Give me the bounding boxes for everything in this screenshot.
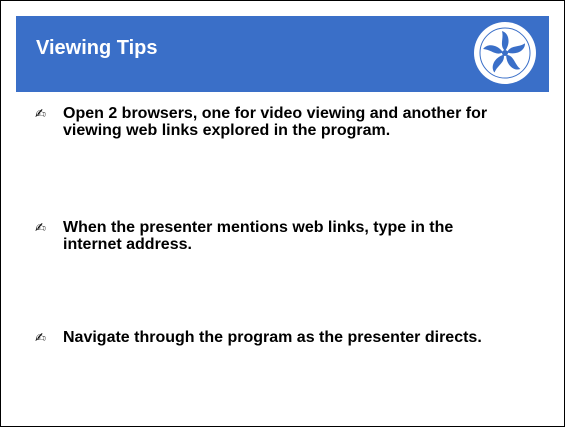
slide-title: Viewing Tips [36, 37, 158, 59]
bullet-text: Navigate through the program as the pres… [63, 329, 482, 346]
slide: Viewing Tips ✍ Open 2 browsers, one for … [0, 0, 565, 427]
writing-hand-icon: ✍ [35, 106, 46, 121]
bullet-text: When the presenter mentions web links, t… [63, 219, 454, 253]
bullet-text: Open 2 browsers, one for video viewing a… [63, 105, 488, 139]
writing-hand-icon: ✍ [35, 330, 46, 345]
summer-workshop-logo-icon [474, 22, 536, 84]
writing-hand-icon: ✍ [35, 220, 46, 235]
title-bar: Viewing Tips [16, 16, 549, 92]
